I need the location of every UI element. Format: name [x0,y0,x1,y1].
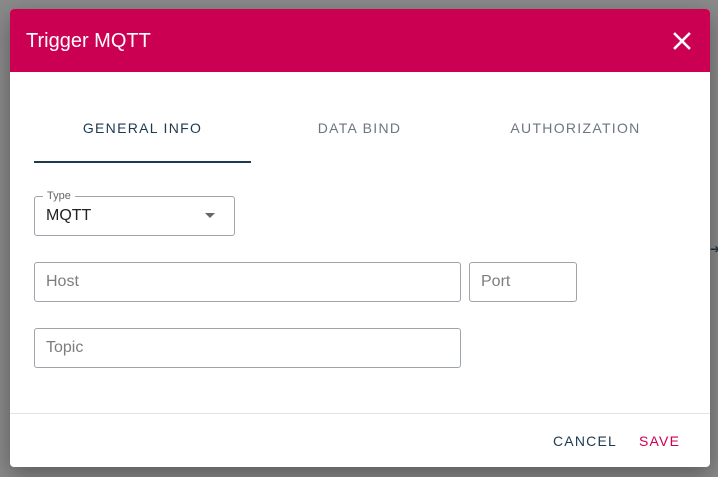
dialog-title: Trigger MQTT [26,30,151,52]
active-tab-indicator [34,161,251,163]
topic-field [34,328,461,368]
cancel-button[interactable]: CANCEL [553,433,617,449]
topic-input[interactable] [46,329,446,367]
tab-data-bind[interactable]: DATA BIND [251,72,468,164]
dialog-header: Trigger MQTT [10,9,710,72]
port-input[interactable] [481,263,569,301]
host-field [34,262,461,302]
trigger-dialog: Trigger MQTT GENERAL INFO DATA BIND AUTH… [10,9,710,467]
type-label: Type [43,189,75,203]
close-icon [673,32,691,50]
footer-divider [10,413,710,414]
port-field [469,262,577,302]
type-value: MQTT [46,207,92,224]
close-button[interactable] [668,27,696,55]
dropdown-caret-icon [205,213,215,218]
tab-authorization[interactable]: AUTHORIZATION [467,72,684,164]
type-select[interactable]: Type MQTT [34,189,235,236]
tab-bar: GENERAL INFO DATA BIND AUTHORIZATION [34,72,684,164]
tab-general-info[interactable]: GENERAL INFO [34,72,251,164]
save-button[interactable]: SAVE [639,433,680,449]
host-input[interactable] [46,263,446,301]
background-arrow-icon: ➔ [710,242,718,256]
